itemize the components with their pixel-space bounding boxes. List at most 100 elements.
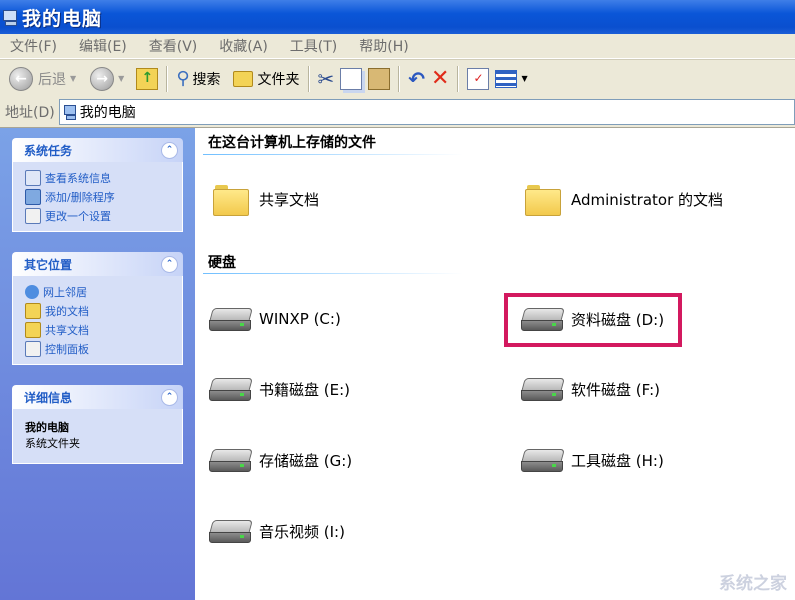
collapse-icon[interactable]: ⌃ [161,388,178,406]
copy-button[interactable] [337,64,365,94]
link-label: 网上邻居 [43,285,87,299]
drive-e[interactable]: 书籍磁盘 (E:) [209,376,350,402]
drive-c[interactable]: WINXP (C:) [209,306,341,332]
system-tasks-title: 系统任务 [24,143,73,158]
hard-drive-icon [209,306,253,332]
menu-help[interactable]: 帮助(H) [359,36,408,56]
details-description: 系统文件夹 [25,437,80,450]
drive-h[interactable]: 工具磁盘 (H:) [521,447,664,473]
back-button[interactable]: ← 后退 ▼ [6,64,79,94]
add-remove-programs-icon [25,188,41,205]
delete-button[interactable]: ✕ [428,64,452,94]
hard-drive-icon [209,518,253,544]
back-label: 后退 [38,71,66,88]
details-title: 详细信息 [24,390,73,405]
toolbar-separator [457,65,460,92]
menu-bar: 文件(F) 编辑(E) 查看(V) 收藏(A) 工具(T) 帮助(H) [0,34,795,59]
add-remove-programs-link[interactable]: 添加/删除程序 [25,187,182,206]
up-button[interactable]: ↑ [133,64,161,94]
group-divider [203,273,463,274]
folders-button[interactable]: 文件夹 [230,64,303,94]
folder-icon [525,183,561,216]
back-dropdown-icon[interactable]: ▼ [70,74,76,83]
hard-drive-icon [209,376,253,402]
scissors-icon: ✂ [317,66,335,91]
control-panel-link[interactable]: 控制面板 [25,339,182,358]
search-label: 搜索 [192,71,221,88]
undo-button[interactable]: ↶ [405,64,428,94]
watermark: 系统之家 [719,574,787,594]
task-pane: 系统任务 ⌃ 查看系统信息 添加/删除程序 更改一个设置 其它位置 ⌃ 网上邻居… [0,128,195,600]
folders-icon [232,70,253,87]
collapse-icon[interactable]: ⌃ [161,255,178,273]
copy-icon [340,67,363,90]
properties-icon: ✓ [467,67,490,90]
details-header[interactable]: 详细信息 ⌃ [12,385,183,409]
highlight-box [504,293,682,347]
link-label: 我的文档 [45,304,89,318]
link-label: 查看系统信息 [45,171,111,185]
collapse-icon[interactable]: ⌃ [161,141,178,159]
folder-icon [213,183,249,216]
my-documents-link[interactable]: 我的文档 [25,301,182,320]
drive-f[interactable]: 软件磁盘 (F:) [521,376,660,402]
link-label: 添加/删除程序 [45,190,115,204]
forward-dropdown-icon[interactable]: ▼ [118,74,124,83]
link-label: 更改一个设置 [45,209,111,223]
delete-x-icon: ✕ [431,66,450,91]
other-places-panel: 其它位置 ⌃ 网上邻居 我的文档 共享文档 控制面板 [12,252,183,365]
main-content: 在这台计算机上存储的文件 共享文档 Administrator 的文档 硬盘 W… [195,128,795,600]
drive-g[interactable]: 存储磁盘 (G:) [209,447,352,473]
item-label: 共享文档 [259,190,320,209]
control-panel-icon [25,207,41,224]
shared-documents-folder[interactable]: 共享文档 [213,183,320,216]
menu-file[interactable]: 文件(F) [10,36,57,56]
toolbar: ← 后退 ▼ → ▼ ↑ ⚲ 搜索 文件夹 ✂ ↶ ✕ ✓ ▼ [0,59,795,98]
change-setting-link[interactable]: 更改一个设置 [25,206,182,225]
details-body: 我的电脑 系统文件夹 [12,409,183,464]
undo-icon: ↶ [408,66,426,91]
system-tasks-header[interactable]: 系统任务 ⌃ [12,138,183,162]
address-label: 地址(D) [5,105,55,121]
menu-tools[interactable]: 工具(T) [290,36,337,56]
link-label: 共享文档 [45,323,89,337]
system-tasks-body: 查看系统信息 添加/删除程序 更改一个设置 [12,162,183,232]
views-dropdown-icon[interactable]: ▼ [521,74,527,83]
network-places-link[interactable]: 网上邻居 [25,282,182,301]
paste-button[interactable] [365,64,393,94]
drive-i[interactable]: 音乐视频 (I:) [209,518,345,544]
view-system-info-link[interactable]: 查看系统信息 [25,168,182,187]
back-arrow-icon: ← [9,66,33,91]
system-tasks-panel: 系统任务 ⌃ 查看系统信息 添加/删除程序 更改一个设置 [12,138,183,232]
cut-button[interactable]: ✂ [315,64,338,94]
folder-icon [25,321,41,338]
control-panel-icon [25,340,41,357]
menu-edit[interactable]: 编辑(E) [79,36,127,56]
views-button[interactable]: ▼ [492,64,530,94]
views-icon [495,69,518,88]
menu-favorites[interactable]: 收藏(A) [219,36,268,56]
hard-drive-icon [209,447,253,473]
address-field[interactable]: 我的电脑 [58,99,795,125]
item-label: 书籍磁盘 (E:) [259,380,351,399]
menu-view[interactable]: 查看(V) [149,36,198,56]
item-label: WINXP (C:) [259,310,341,328]
search-button[interactable]: ⚲ 搜索 [173,64,223,94]
address-bar: 地址(D) 我的电脑 [0,97,795,128]
details-name: 我的电脑 [25,421,69,434]
hard-drive-icon [521,447,565,473]
properties-button[interactable]: ✓ [464,64,492,94]
hard-drive-icon [521,376,565,402]
title-bar[interactable]: 我的电脑 [0,0,795,34]
my-computer-icon [2,8,18,26]
other-places-header[interactable]: 其它位置 ⌃ [12,252,183,276]
my-computer-icon [63,105,76,120]
item-label: 存储磁盘 (G:) [259,451,353,470]
forward-button[interactable]: → ▼ [87,64,127,94]
administrator-documents-folder[interactable]: Administrator 的文档 [525,183,723,216]
shared-documents-link[interactable]: 共享文档 [25,320,182,339]
system-info-icon [25,169,41,186]
paste-icon [368,67,391,90]
network-icon [25,284,39,299]
window-title: 我的电脑 [22,7,103,30]
